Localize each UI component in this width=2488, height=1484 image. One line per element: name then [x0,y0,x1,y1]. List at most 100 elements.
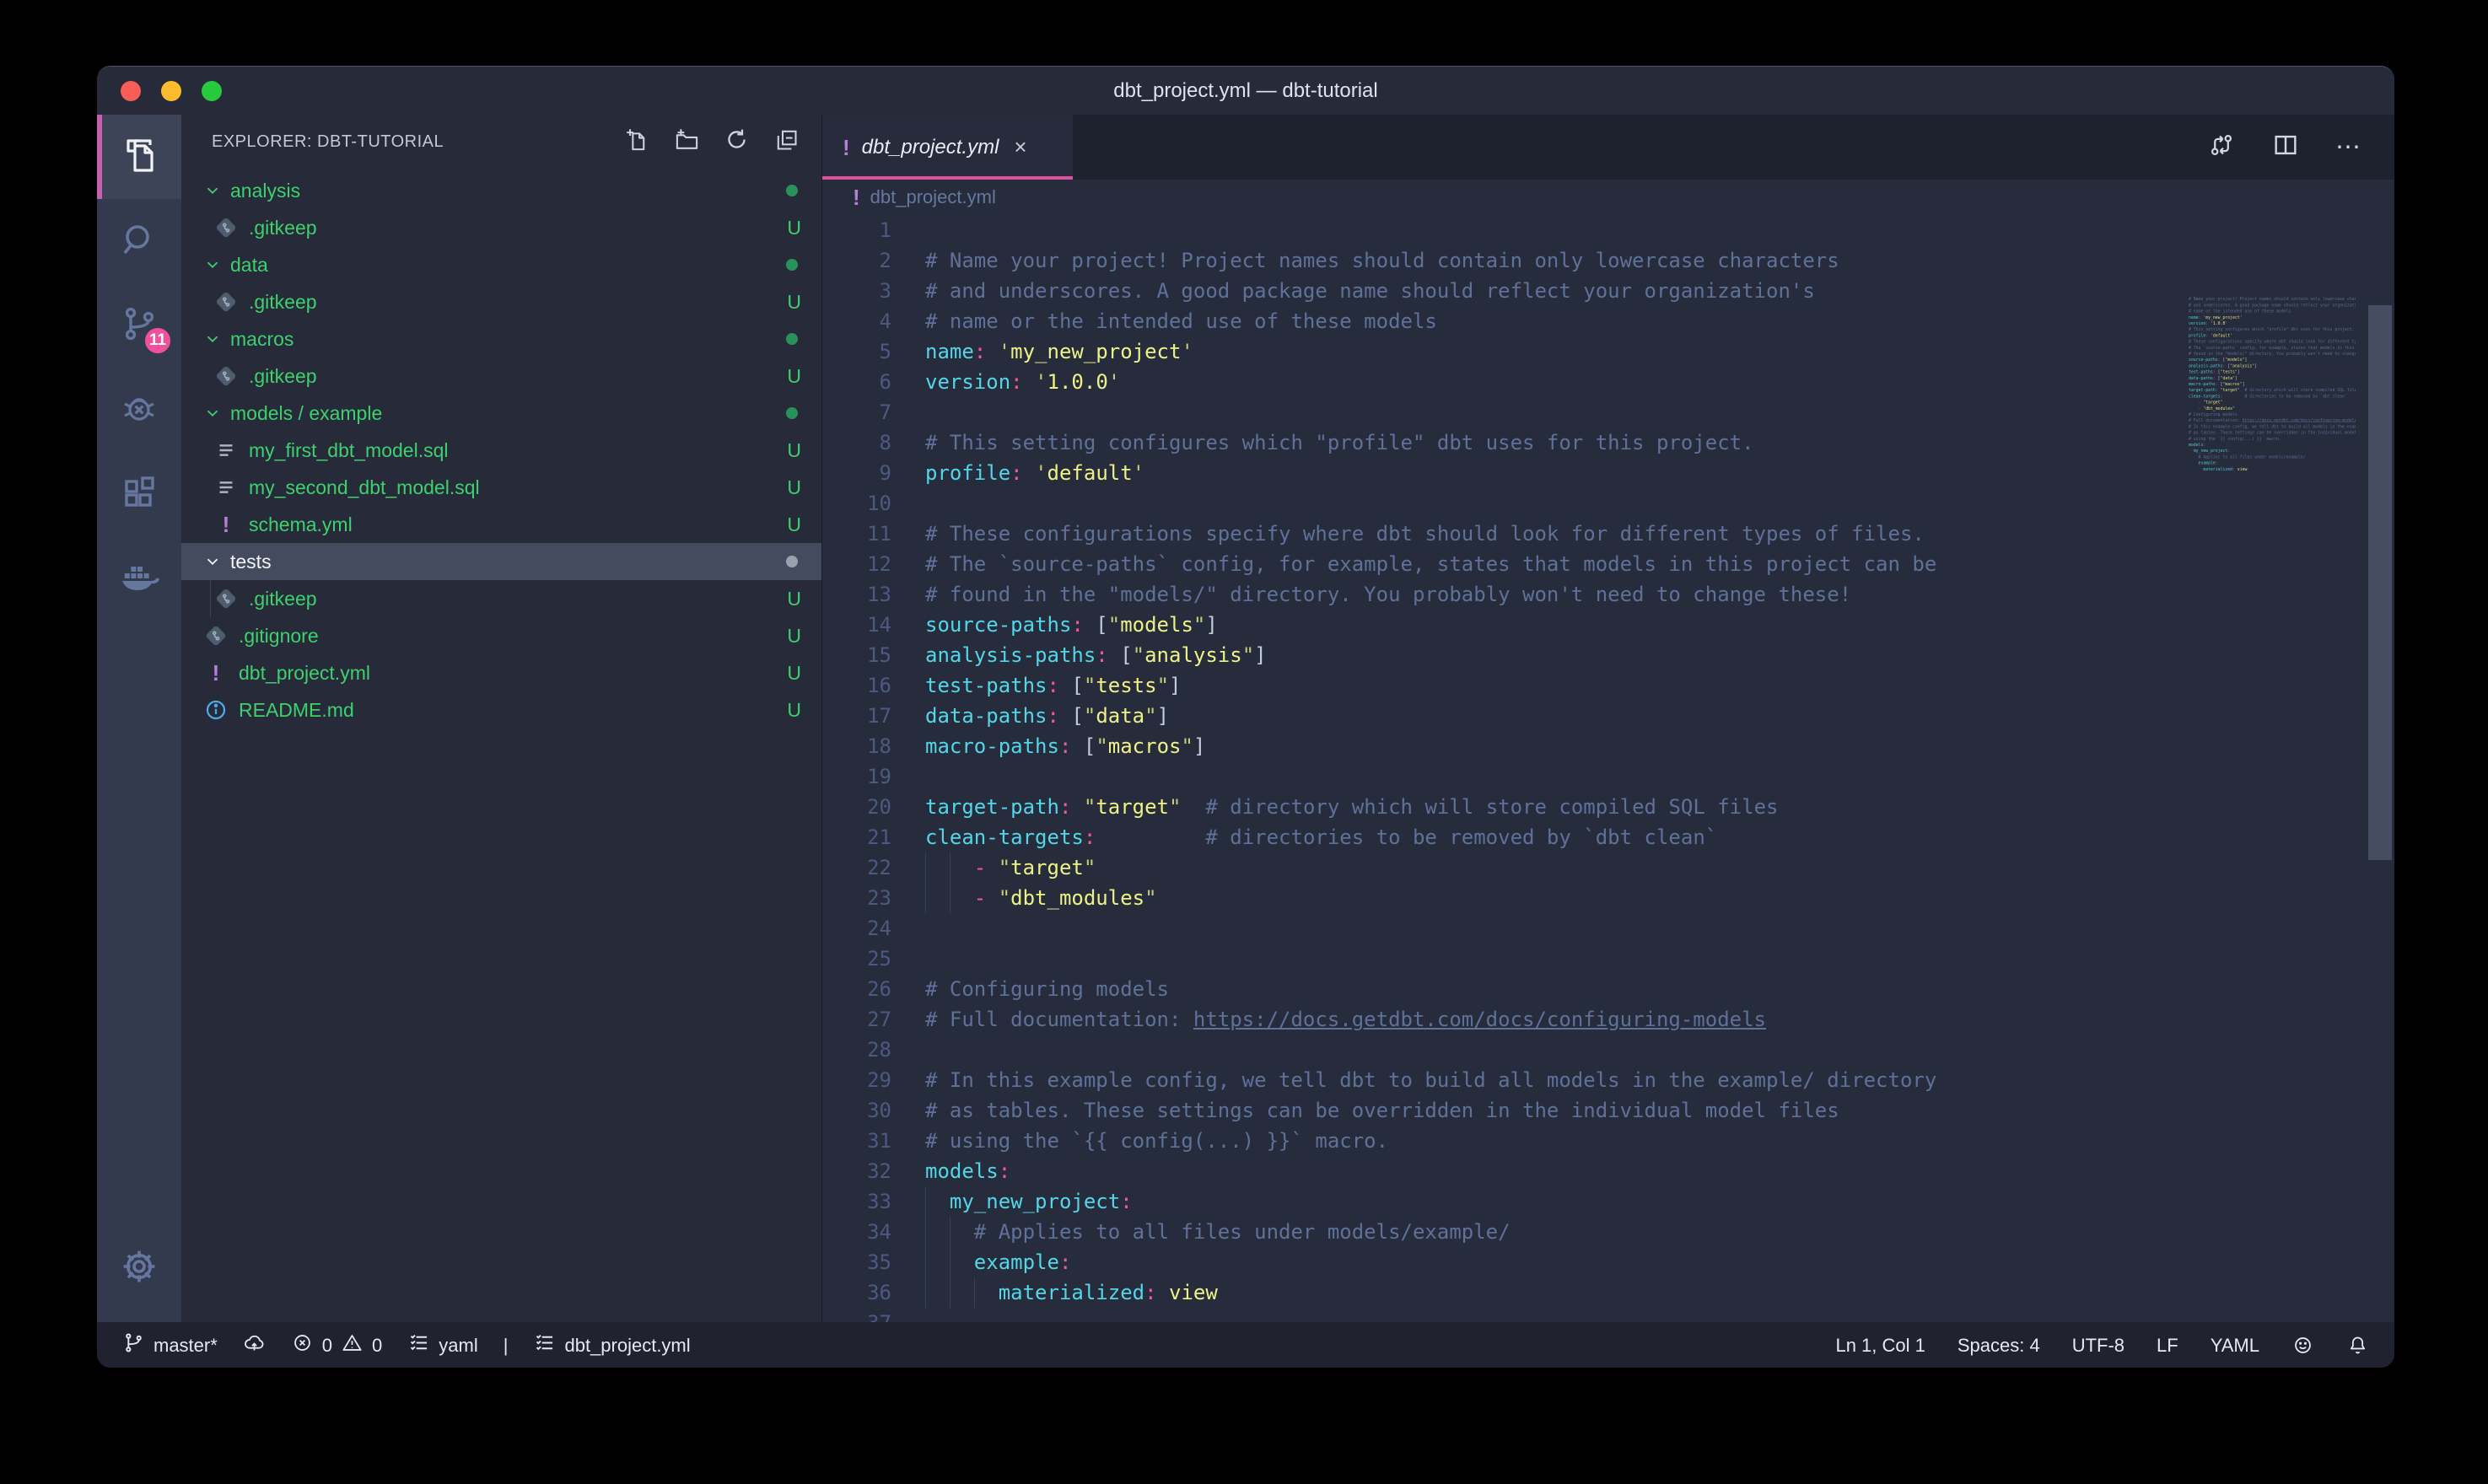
settings-gear-button[interactable] [97,1226,181,1310]
code-line-14[interactable]: 14source-paths: ["models"] [822,610,2394,640]
zoom-window-button[interactable] [202,81,222,101]
activity-debug[interactable] [97,368,181,452]
indent-guide [974,1277,975,1308]
tree-file--gitkeep[interactable]: .gitkeepU [181,580,821,617]
language-mode[interactable]: YAML [2211,1335,2259,1357]
yaml-file-status[interactable]: dbt_project.yml [533,1331,690,1359]
activity-explorer[interactable] [97,115,181,199]
tree-file-my-first-dbt-model-sql[interactable]: my_first_dbt_model.sqlU [181,432,821,469]
code-line-18[interactable]: 18macro-paths: ["macros"] [822,731,2394,761]
code-line-20[interactable]: 20target-path: "target" # directory whic… [822,792,2394,822]
code-line-3[interactable]: 3# and underscores. A good package name … [822,276,2394,306]
tree-folder-models-example[interactable]: models / example [181,395,821,432]
tree-file-readme-md[interactable]: README.mdU [181,691,821,729]
file-tree: analysis.gitkeepUdata.gitkeepUmacros.git… [181,172,821,729]
code-line-6[interactable]: 6version: '1.0.0' [822,367,2394,397]
tree-file--gitignore[interactable]: .gitignoreU [181,617,821,654]
code-line-26[interactable]: 26# Configuring models [822,974,2394,1004]
code-line-1[interactable]: 1 [822,215,2394,245]
open-changes-icon[interactable] [2207,131,2236,164]
activity-search[interactable] [97,199,181,283]
tree-folder-tests[interactable]: tests [181,543,821,580]
publish-changes-button[interactable] [243,1331,266,1359]
docker-whale-icon [119,556,159,601]
code-line-30[interactable]: 30# as tables. These settings can be ove… [822,1095,2394,1126]
code-editor[interactable]: 12# Name your project! Project names sho… [822,215,2394,1322]
eol-setting[interactable]: LF [2157,1335,2178,1357]
tab-dbt-project-yml[interactable]: ! dbt_project.yml × [822,115,1073,180]
code-line-23[interactable]: 23 - "dbt_modules" [822,883,2394,913]
encoding-setting[interactable]: UTF-8 [2072,1335,2124,1357]
code-line-29[interactable]: 29# In this example config, we tell dbt … [822,1065,2394,1095]
activity-extensions[interactable] [97,452,181,536]
line-number: 28 [822,1035,925,1065]
minimize-window-button[interactable] [161,81,181,101]
activity-source-control[interactable]: 11 [97,283,181,368]
refresh-icon[interactable] [724,126,750,158]
code-line-8[interactable]: 8# This setting configures which "profil… [822,427,2394,458]
cursor-position[interactable]: Ln 1, Col 1 [1835,1335,1925,1357]
code-line-19[interactable]: 19 [822,761,2394,792]
split-editor-icon[interactable] [2271,131,2300,164]
tree-item-label: README.md [239,699,354,722]
code-line-12[interactable]: 12# The `source-paths` config, for examp… [822,549,2394,579]
tree-folder-data[interactable]: data [181,246,821,283]
branch-name: master* [153,1335,218,1357]
code-line-27[interactable]: 27# Full documentation: https://docs.get… [822,1004,2394,1035]
code-line-4[interactable]: 4# name or the intended use of these mod… [822,306,2394,336]
tree-file-dbt-project-yml[interactable]: !dbt_project.ymlU [181,654,821,691]
code-line-22[interactable]: 22 - "target" [822,852,2394,883]
close-window-button[interactable] [121,81,141,101]
code-line-2[interactable]: 2# Name your project! Project names shou… [822,245,2394,276]
git-branch-status[interactable]: master* [122,1331,218,1359]
code-line-11[interactable]: 11# These configurations specify where d… [822,519,2394,549]
code-line-9[interactable]: 9profile: 'default' [822,458,2394,488]
new-folder-icon[interactable] [674,126,700,158]
code-line-35[interactable]: 35 example: [822,1247,2394,1277]
new-file-icon[interactable] [624,126,650,158]
more-actions-icon[interactable]: ⋯ [2335,132,2362,162]
tab-close-icon[interactable]: × [1014,134,1026,160]
code-line-5[interactable]: 5name: 'my_new_project' [822,336,2394,367]
feedback-smiley-icon[interactable] [2291,1334,2314,1357]
editor-scrollbar[interactable] [2368,305,2392,860]
editor-actions: ⋯ [2207,115,2394,180]
tree-file-my-second-dbt-model-sql[interactable]: my_second_dbt_model.sqlU [181,469,821,506]
explorer-header: EXPLORER: DBT-TUTORIAL [181,115,821,169]
code-line-37[interactable]: 37 [822,1308,2394,1322]
code-line-17[interactable]: 17data-paths: ["data"] [822,701,2394,731]
tree-folder-analysis[interactable]: analysis [181,172,821,209]
tree-file--gitkeep[interactable]: .gitkeepU [181,283,821,320]
tree-file--gitkeep[interactable]: .gitkeepU [181,358,821,395]
code-line-36[interactable]: 36 materialized: view [822,1277,2394,1308]
problems-status[interactable]: 0 0 [291,1331,383,1359]
tree-file--gitkeep[interactable]: .gitkeepU [181,209,821,246]
code-line-21[interactable]: 21clean-targets: # directories to be rem… [822,822,2394,852]
notifications-bell-icon[interactable] [2346,1334,2369,1357]
code-line-32[interactable]: 32models: [822,1156,2394,1186]
git-untracked-badge: U [787,291,801,314]
code-line-24[interactable]: 24 [822,913,2394,944]
code-line-10[interactable]: 10 [822,488,2394,519]
code-line-15[interactable]: 15analysis-paths: ["analysis"] [822,640,2394,670]
minimap[interactable]: # Name your project! Project names shoul… [2189,296,2356,802]
line-number: 3 [822,276,925,306]
breadcrumb[interactable]: ! dbt_project.yml [822,180,2394,215]
code-line-33[interactable]: 33 my_new_project: [822,1186,2394,1217]
code-line-28[interactable]: 28 [822,1035,2394,1065]
tree-file-schema-yml[interactable]: !schema.ymlU [181,506,821,543]
tree-item-label: .gitkeep [249,217,317,239]
collapse-all-icon[interactable] [773,126,800,158]
code-line-16[interactable]: 16test-paths: ["tests"] [822,670,2394,701]
code-line-13[interactable]: 13# found in the "models/" directory. Yo… [822,579,2394,610]
activity-docker[interactable] [97,536,181,621]
indent-guide [925,1277,926,1308]
code-line-25[interactable]: 25 [822,944,2394,974]
line-number: 14 [822,610,925,640]
code-line-34[interactable]: 34 # Applies to all files under models/e… [822,1217,2394,1247]
yaml-schema-status[interactable]: yaml [407,1331,477,1359]
indentation-setting[interactable]: Spaces: 4 [1958,1335,2040,1357]
code-line-7[interactable]: 7 [822,397,2394,427]
tree-folder-macros[interactable]: macros [181,320,821,358]
code-line-31[interactable]: 31# using the `{{ config(...) }}` macro. [822,1126,2394,1156]
